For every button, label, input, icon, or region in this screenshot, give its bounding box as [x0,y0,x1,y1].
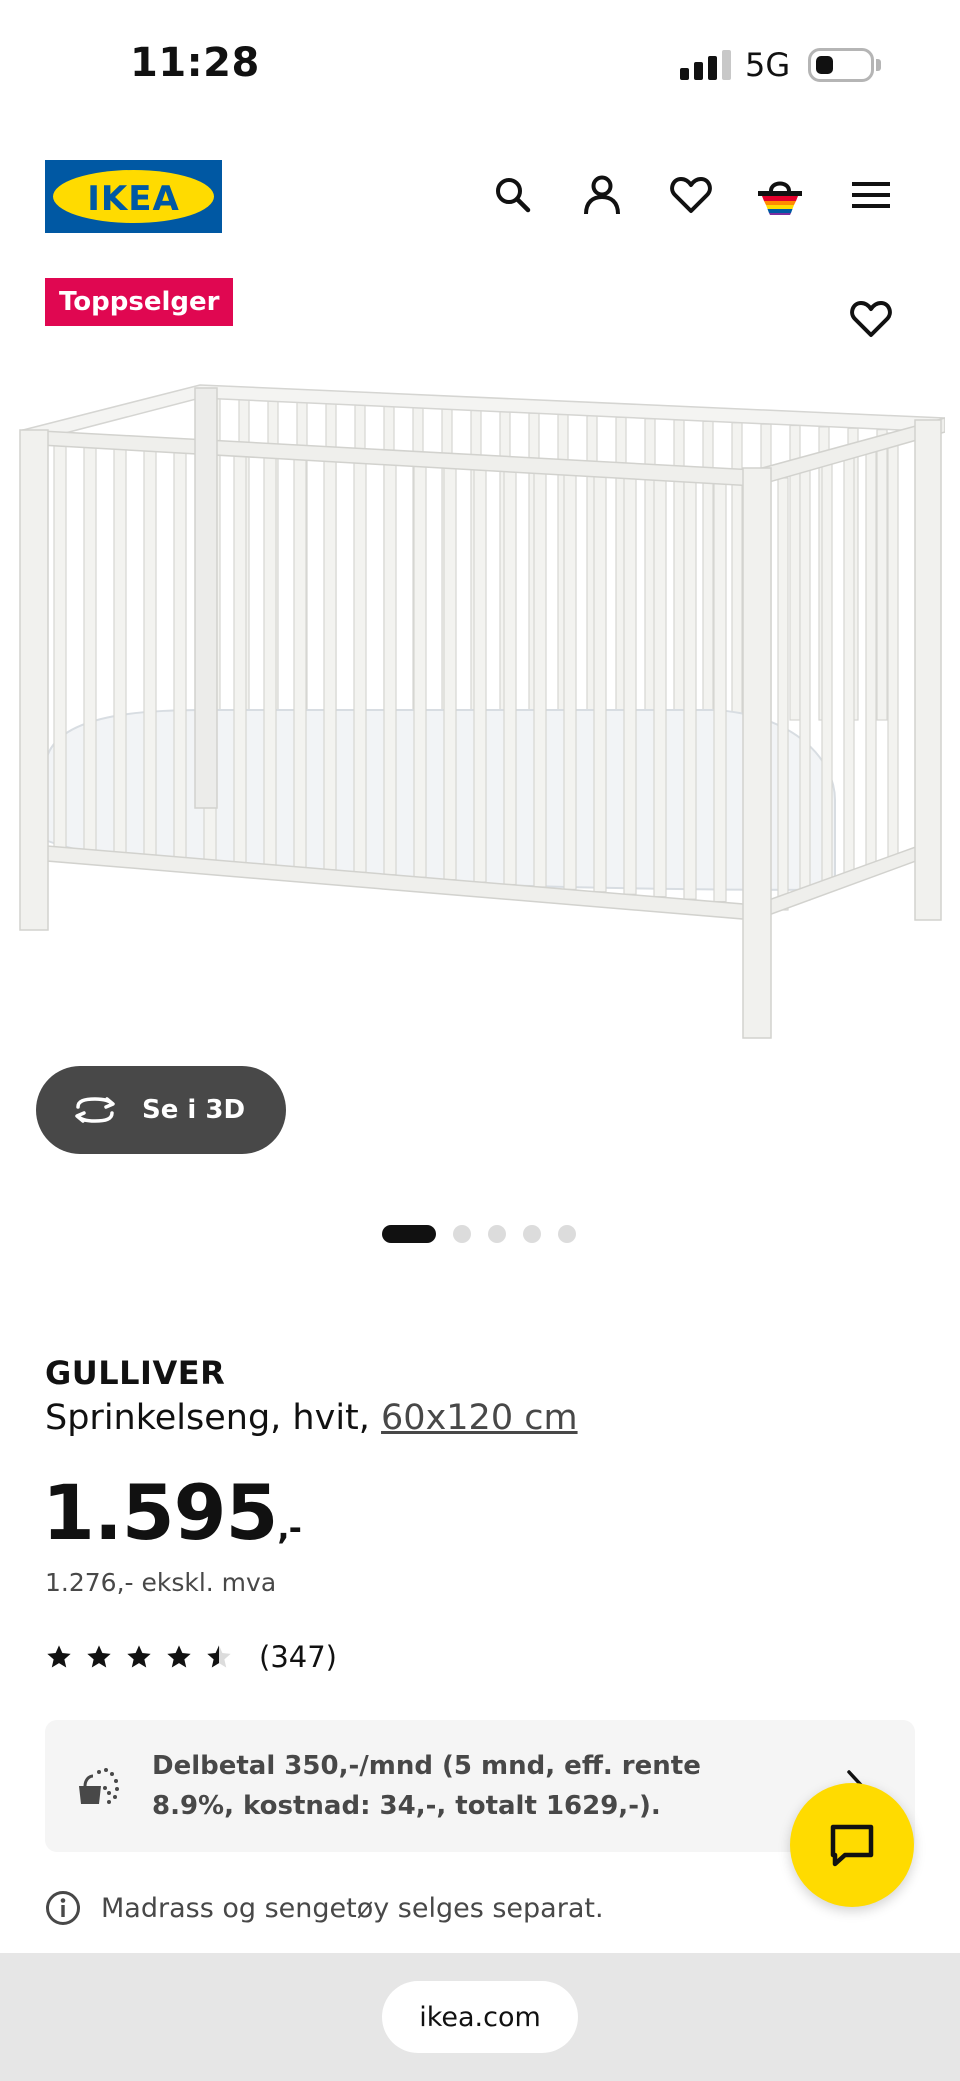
browser-bottom-bar: ikea.com [0,1953,960,2081]
star-icon [127,1645,151,1668]
note-text: Madrass og sengetøy selges separat. [101,1892,604,1924]
product-rating[interactable]: (347) [45,1640,337,1674]
rating-count: (347) [259,1640,337,1674]
chat-button[interactable] [790,1783,914,1907]
logo-text: IKEA [87,179,180,219]
battery-tip [876,59,881,71]
basket-icon[interactable] [755,170,805,220]
star-icon [47,1645,71,1668]
ikea-logo[interactable]: IKEA [45,160,222,233]
search-icon[interactable] [488,170,538,220]
product-note: Madrass og sengetøy selges separat. [45,1890,604,1926]
view-in-3d-button[interactable]: Se i 3D [36,1066,286,1154]
user-icon[interactable] [577,170,627,220]
installment-icon [79,1768,119,1804]
heart-icon[interactable] [666,170,716,220]
carousel-dot[interactable] [382,1225,436,1243]
product-name: GULLIVER [45,1354,226,1392]
url-text: ikea.com [419,2001,541,2033]
top-seller-badge: Toppselger [45,278,234,326]
status-time: 11:28 [130,40,260,86]
chat-icon [830,1824,874,1867]
product-type: Sprinkelseng, hvit, [45,1398,382,1438]
site-header: IKEA [0,150,960,240]
battery-icon [808,48,874,82]
product-description: Sprinkelseng, hvit, 60x120 cm [45,1398,578,1438]
add-to-wishlist-button[interactable] [846,294,896,344]
price-suffix: ,- [277,1509,301,1547]
price-value: 1.595 [42,1468,278,1557]
heart-outline-icon [850,301,892,337]
carousel-dot[interactable] [453,1225,471,1243]
status-bar: 11:28 5G [0,0,960,130]
installment-payment-card[interactable]: Delbetal 350,-/mnd (5 mnd, eff. rente 8.… [45,1720,915,1852]
carousel-dot[interactable] [488,1225,506,1243]
network-type: 5G [745,46,791,84]
price-ex-vat: 1.276,- ekskl. mva [45,1568,277,1597]
star-icon [167,1645,191,1668]
star-icon [87,1645,111,1668]
view-in-3d-label: Se i 3D [142,1095,246,1125]
url-bar[interactable]: ikea.com [382,1981,578,2053]
carousel-dot[interactable] [523,1225,541,1243]
menu-icon[interactable] [846,170,896,220]
carousel-dot[interactable] [558,1225,576,1243]
installment-text: Delbetal 350,-/mnd (5 mnd, eff. rente 8.… [152,1751,701,1821]
product-price: 1.595,- [42,1468,302,1557]
image-carousel-indicator [382,1225,576,1243]
info-icon [46,1891,80,1925]
rotate-3d-icon [75,1097,115,1123]
signal-icon [680,50,731,80]
product-size-link[interactable]: 60x120 cm [381,1398,578,1438]
half-star-icon [207,1645,231,1668]
logo-oval: IKEA [53,170,214,223]
product-image[interactable] [15,370,946,1050]
